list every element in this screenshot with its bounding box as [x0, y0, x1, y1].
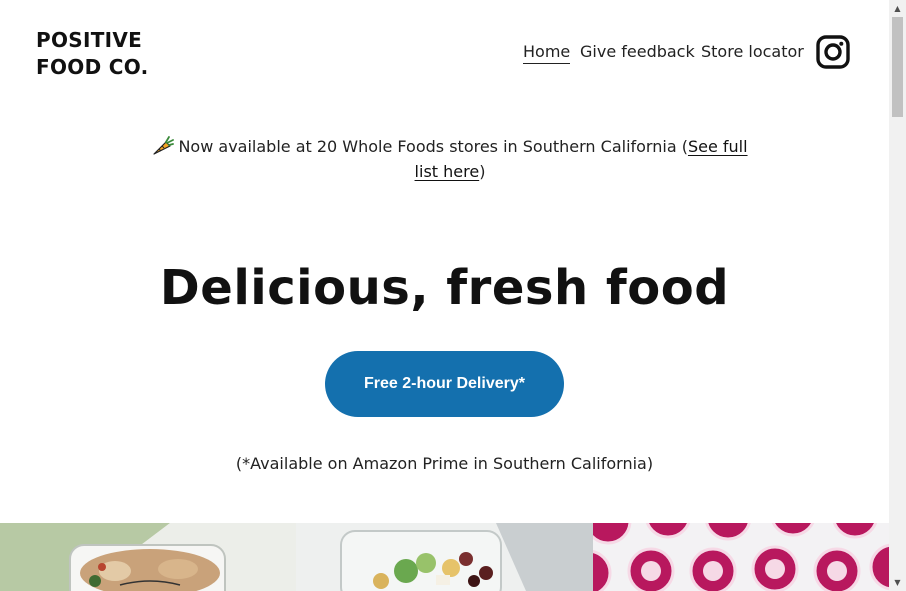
gallery-image-radish-slices [593, 523, 889, 591]
main-nav: Home Give feedback Store locator [0, 41, 889, 65]
free-delivery-button[interactable]: Free 2-hour Delivery* [325, 351, 564, 417]
scroll-up-arrow[interactable]: ▲ [889, 0, 906, 17]
announcement-text: Now available at 20 Whole Foods stores i… [178, 137, 688, 156]
photo-gallery [0, 523, 889, 591]
nav-give-feedback[interactable]: Give feedback [580, 41, 695, 63]
hero-title: Delicious, fresh food [159, 260, 730, 316]
scrollbar-thumb[interactable] [892, 17, 903, 117]
announcement: Now available at 20 Whole Foods stores i… [140, 134, 760, 184]
instagram-icon[interactable] [816, 35, 850, 69]
availability-note: (*Available on Amazon Prime in Southern … [235, 454, 654, 473]
announcement-suffix: ) [479, 162, 486, 181]
gallery-image-chicken-bowl [0, 523, 296, 591]
page: POSITIVE FOOD CO. Home Give feedback Sto… [0, 0, 889, 591]
nav-store-locator[interactable]: Store locator [701, 41, 804, 63]
carrot-icon [153, 136, 175, 155]
gallery-image-salad-bowl [296, 523, 593, 591]
scroll-down-arrow[interactable]: ▼ [889, 574, 906, 591]
nav-home[interactable]: Home [523, 41, 571, 64]
vertical-scrollbar[interactable]: ▲ ▼ [889, 0, 906, 591]
